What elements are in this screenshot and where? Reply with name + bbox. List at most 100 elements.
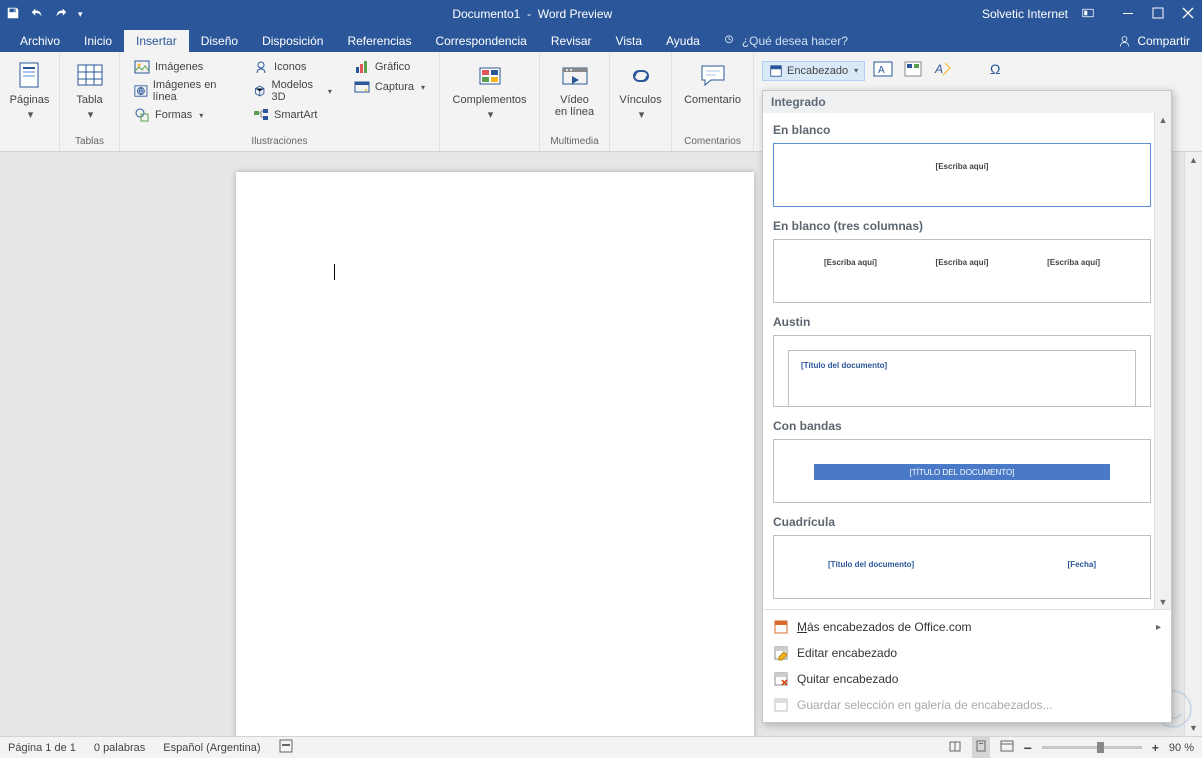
- group-label-paginas: [8, 147, 51, 149]
- group-label-complementos: [448, 147, 531, 149]
- formas-button[interactable]: Formas▾: [132, 106, 233, 124]
- svg-text:A: A: [934, 62, 943, 76]
- captura-button[interactable]: Captura▾: [352, 78, 427, 96]
- placeholder-text: [Fecha]: [1068, 560, 1096, 569]
- gallery-item-name-0: En blanco: [771, 117, 1163, 141]
- tell-me-search[interactable]: ¿Qué desea hacer?: [712, 30, 858, 52]
- web-layout-icon[interactable]: [1000, 739, 1014, 756]
- display-options-icon[interactable]: [1082, 7, 1094, 22]
- scroll-up-icon[interactable]: ▲: [1185, 152, 1202, 168]
- ribbon-extra-icons: A A Ω: [873, 60, 1007, 81]
- imagenes-button[interactable]: Imágenes: [132, 58, 233, 76]
- placeholder-text: [Escriba aquí]: [936, 162, 989, 171]
- user-name[interactable]: Solvetic Internet: [982, 7, 1068, 21]
- tab-disposicion[interactable]: Disposición: [250, 30, 335, 52]
- gallery-item-cuadricula[interactable]: [Título del documento] [Fecha]: [773, 535, 1151, 599]
- zoom-slider[interactable]: [1042, 746, 1142, 749]
- placeholder-text: [Título del documento]: [828, 560, 914, 569]
- undo-icon[interactable]: [30, 6, 44, 23]
- encabezado-gallery: Integrado ▲ ▼ En blanco [Escriba aquí] E…: [762, 90, 1172, 723]
- gallery-scrollbar[interactable]: ▲ ▼: [1154, 113, 1171, 609]
- tab-referencias[interactable]: Referencias: [335, 30, 423, 52]
- text-cursor: [334, 264, 335, 280]
- save-icon[interactable]: [6, 6, 20, 23]
- page[interactable]: [236, 172, 754, 736]
- redo-icon[interactable]: [54, 6, 68, 23]
- tab-ayuda[interactable]: Ayuda: [654, 30, 712, 52]
- placeholder-text: [Título del documento]: [801, 361, 887, 370]
- maximize-icon[interactable]: [1152, 7, 1164, 22]
- tab-vista[interactable]: Vista: [604, 30, 654, 52]
- comentario-button[interactable]: Comentario: [680, 56, 745, 110]
- title-bar: ▾ Documento1 - Word Preview Solvetic Int…: [0, 0, 1202, 28]
- gallery-item-con-bandas[interactable]: [TÍTULO DEL DOCUMENTO]: [773, 439, 1151, 503]
- read-mode-icon[interactable]: [948, 739, 962, 756]
- remove-header-button[interactable]: Quitar encabezado: [763, 666, 1171, 692]
- macro-icon[interactable]: [279, 739, 293, 756]
- status-words[interactable]: 0 palabras: [94, 742, 145, 754]
- share-button[interactable]: Compartir: [1106, 30, 1202, 52]
- placeholder-text: [Escriba aquí]: [824, 258, 877, 267]
- edit-header-button[interactable]: Editar encabezado: [763, 640, 1171, 666]
- tab-correspondencia[interactable]: Correspondencia: [423, 30, 538, 52]
- placeholder-text: [Escriba aquí]: [936, 258, 989, 267]
- vinculos-button[interactable]: Vínculos▾: [618, 56, 663, 125]
- wordart-icon[interactable]: A: [933, 60, 953, 81]
- print-layout-icon[interactable]: [972, 737, 990, 758]
- grafico-button[interactable]: Gráfico: [352, 58, 427, 76]
- tab-insertar[interactable]: Insertar: [124, 30, 189, 52]
- tab-diseno[interactable]: Diseño: [189, 30, 250, 52]
- gallery-item-name-2: Austin: [771, 309, 1163, 333]
- svg-text:Ω: Ω: [990, 61, 1000, 77]
- symbol-icon[interactable]: Ω: [987, 60, 1007, 81]
- textbox-icon[interactable]: A: [873, 60, 893, 81]
- status-bar: Página 1 de 1 0 palabras Español (Argent…: [0, 736, 1202, 758]
- gallery-item-en-blanco[interactable]: [Escriba aquí]: [773, 143, 1151, 207]
- zoom-out-icon[interactable]: −: [1024, 740, 1032, 756]
- video-en-linea-button[interactable]: Vídeoen línea: [548, 56, 601, 122]
- encabezado-dropdown-button[interactable]: Encabezado▾: [762, 61, 865, 81]
- group-label-ilustraciones: Ilustraciones: [128, 136, 431, 149]
- gallery-item-name-1: En blanco (tres columnas): [771, 213, 1163, 237]
- gallery-item-name-4: Cuadrícula: [771, 509, 1163, 533]
- gallery-footer: Más encabezados de Office.com ▸ Editar e…: [763, 609, 1171, 722]
- gallery-item-austin[interactable]: [Título del documento]: [773, 335, 1151, 407]
- gallery-section-header: Integrado: [763, 91, 1171, 113]
- placeholder-text: [Escriba aquí]: [1047, 258, 1100, 267]
- quick-access-toolbar: ▾: [6, 6, 83, 23]
- modelos-3d-button[interactable]: Modelos 3D▾: [251, 78, 334, 104]
- vertical-scrollbar[interactable]: ▲ ▼: [1184, 152, 1202, 736]
- status-language[interactable]: Español (Argentina): [163, 742, 260, 754]
- zoom-in-icon[interactable]: +: [1152, 741, 1159, 755]
- paginas-button[interactable]: Páginas▾: [8, 56, 51, 125]
- minimize-icon[interactable]: [1122, 7, 1134, 22]
- svg-text:A: A: [878, 65, 885, 76]
- group-label-comentarios: Comentarios: [680, 136, 745, 149]
- group-label-multimedia: Multimedia: [548, 136, 601, 149]
- tabla-button[interactable]: Tabla▾: [68, 56, 111, 125]
- video-label: Vídeoen línea: [555, 94, 594, 118]
- zoom-level[interactable]: 90 %: [1169, 742, 1194, 754]
- group-label-tablas: Tablas: [68, 136, 111, 149]
- window-title: Documento1 - Word Preview: [83, 7, 982, 21]
- iconos-button[interactable]: Iconos: [251, 58, 334, 76]
- status-page[interactable]: Página 1 de 1: [8, 742, 76, 754]
- close-icon[interactable]: [1182, 7, 1194, 22]
- save-to-gallery-button: Guardar selección en galería de encabeza…: [763, 692, 1171, 718]
- chevron-right-icon: ▸: [1156, 622, 1161, 633]
- group-label-vinculos: [618, 147, 663, 149]
- placeholder-text: [TÍTULO DEL DOCUMENTO]: [814, 464, 1110, 480]
- tab-inicio[interactable]: Inicio: [72, 30, 124, 52]
- gallery-scroll-down-icon[interactable]: ▼: [1159, 597, 1168, 607]
- gallery-item-name-3: Con bandas: [771, 413, 1163, 437]
- gallery-scroll-up-icon[interactable]: ▲: [1159, 115, 1168, 125]
- gallery-item-tres-columnas[interactable]: [Escriba aquí] [Escriba aquí] [Escriba a…: [773, 239, 1151, 303]
- imagenes-en-linea-button[interactable]: Imágenes en línea: [132, 78, 233, 104]
- more-headers-office-button[interactable]: Más encabezados de Office.com ▸: [763, 614, 1171, 640]
- quickparts-icon[interactable]: [903, 60, 923, 81]
- smartart-button[interactable]: SmartArt: [251, 106, 334, 124]
- complementos-button[interactable]: Complementos▾: [448, 56, 531, 125]
- tab-revisar[interactable]: Revisar: [539, 30, 604, 52]
- ribbon-tabs: Archivo Inicio Insertar Diseño Disposici…: [0, 28, 1202, 52]
- tab-archivo[interactable]: Archivo: [8, 30, 72, 52]
